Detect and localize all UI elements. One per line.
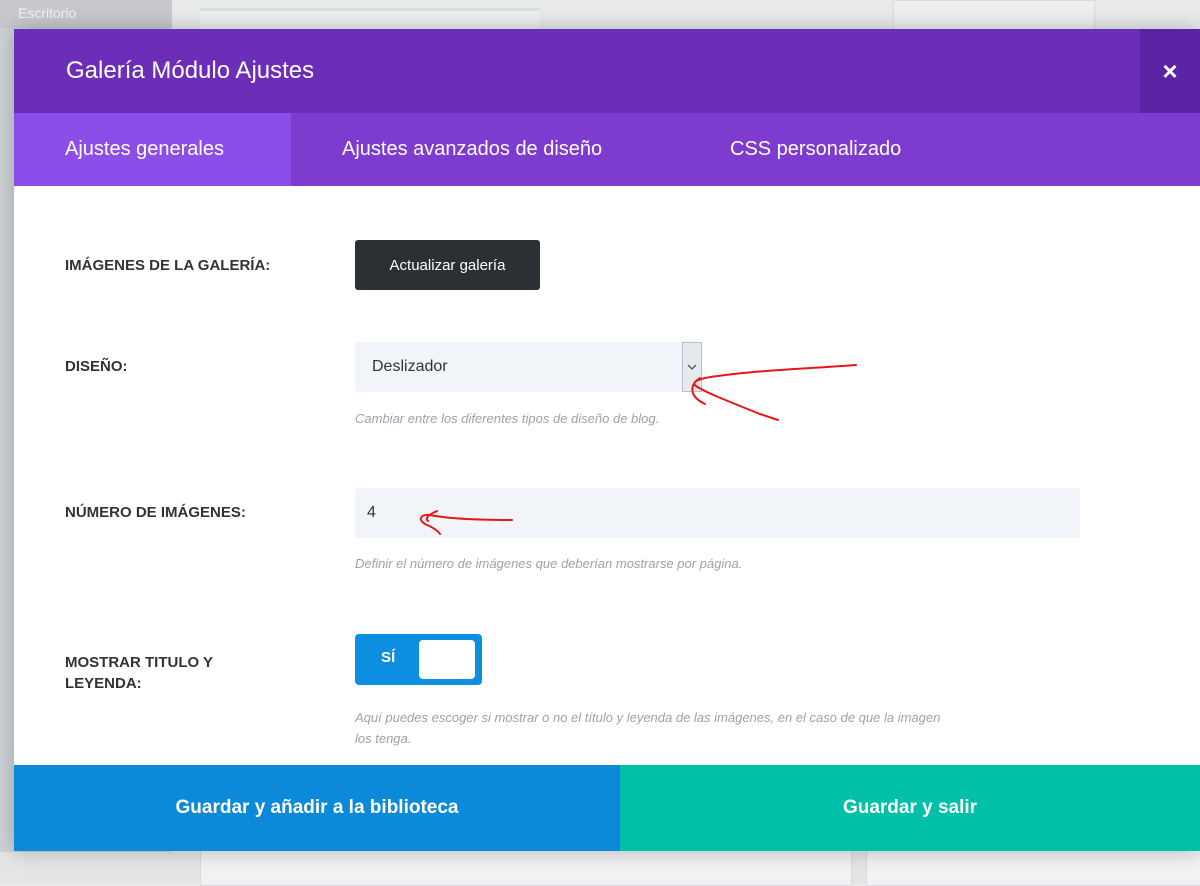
show-title-label-line2: LEYENDA: (65, 675, 142, 692)
settings-tabs: Ajustes generales Ajustes avanzados de d… (14, 113, 1200, 186)
show-title-toggle[interactable]: SÍ (355, 634, 482, 685)
show-title-label-line1: MOSTRAR TITULO Y (65, 654, 214, 671)
background-panel (866, 850, 1200, 886)
settings-content: IMÁGENES DE LA GALERÍA: Actualizar galer… (14, 186, 1200, 766)
design-label: DISEÑO: (65, 358, 128, 375)
image-count-help-text: Definir el número de imágenes que deberí… (355, 556, 743, 571)
image-count-value: 4 (367, 504, 376, 521)
design-help-text: Cambiar entre los diferentes tipos de di… (355, 411, 660, 426)
tab-general-settings[interactable]: Ajustes generales (14, 113, 291, 186)
gallery-images-label: IMÁGENES DE LA GALERÍA: (65, 257, 271, 274)
show-title-help-line2: los tenga. (355, 731, 412, 746)
save-and-exit-button[interactable]: Guardar y salir (620, 765, 1200, 851)
design-select-value: Deslizador (372, 358, 448, 375)
image-count-label: NÚMERO DE IMÁGENES: (65, 504, 246, 521)
modal-header: Galería Módulo Ajustes × (14, 29, 1200, 113)
modal-title: Galería Módulo Ajustes (66, 57, 315, 84)
close-button[interactable]: × (1140, 29, 1200, 113)
design-select[interactable]: Deslizador (355, 342, 702, 392)
close-icon: × (1162, 55, 1178, 86)
background-desk-label: Escritorio (18, 5, 77, 21)
show-title-help-text: Aquí puedes escoger si mostrar o no el t… (355, 707, 940, 749)
module-settings-modal: Galería Módulo Ajustes × Ajustes general… (14, 29, 1200, 851)
save-to-library-button[interactable]: Guardar y añadir a la biblioteca (14, 765, 620, 851)
background-panel (200, 850, 852, 886)
image-count-input[interactable]: 4 (355, 488, 1080, 538)
tab-advanced-design[interactable]: Ajustes avanzados de diseño (291, 113, 678, 186)
modal-footer: Guardar y añadir a la biblioteca Guardar… (14, 765, 1200, 851)
show-title-label: MOSTRAR TITULO Y LEYENDA: (65, 652, 213, 694)
chevron-down-icon[interactable] (682, 342, 702, 392)
show-title-help-line1: Aquí puedes escoger si mostrar o no el t… (355, 710, 941, 725)
update-gallery-button[interactable]: Actualizar galería (355, 240, 540, 290)
toggle-on-label: SÍ (381, 649, 396, 666)
tab-custom-css[interactable]: CSS personalizado (678, 113, 901, 186)
background-panel (893, 0, 1095, 30)
toggle-knob[interactable] (419, 640, 475, 679)
